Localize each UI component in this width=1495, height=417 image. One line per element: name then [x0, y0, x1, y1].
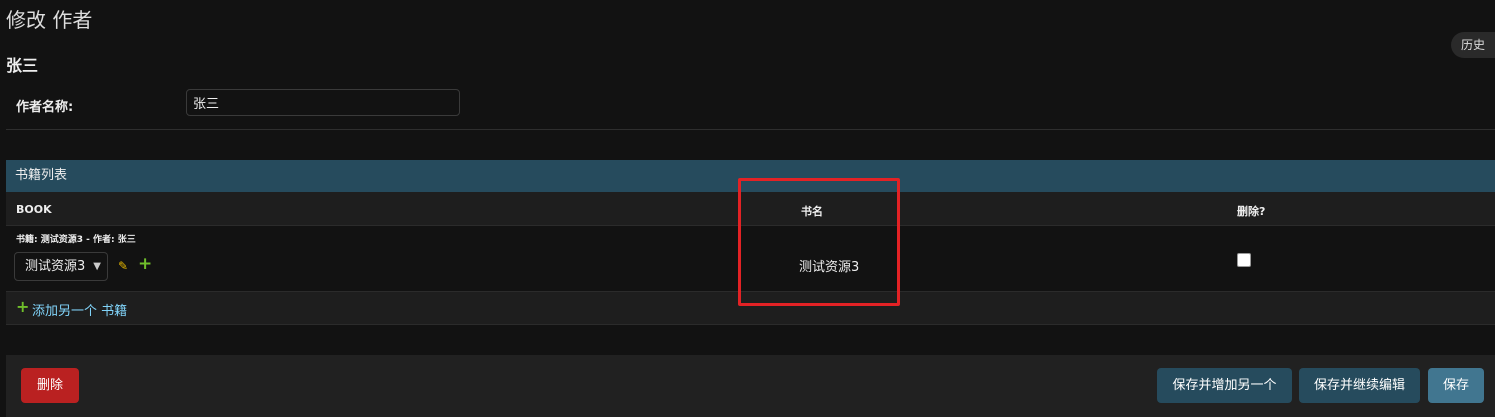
history-button[interactable]: 历史 — [1451, 32, 1495, 58]
pencil-icon[interactable]: ✎ — [118, 260, 128, 272]
page-title: 修改 作者 — [6, 8, 93, 32]
delete-button[interactable]: 删除 — [21, 368, 79, 403]
form-divider — [6, 129, 1495, 130]
delete-checkbox[interactable] — [1237, 253, 1251, 267]
object-name-heading: 张三 — [6, 56, 39, 75]
author-name-label: 作者名称: — [16, 100, 74, 115]
column-header-delete: 删除? — [1237, 205, 1266, 218]
book-select[interactable]: 测试资源3 ▼ — [14, 252, 108, 281]
chevron-down-icon: ▼ — [93, 261, 101, 272]
highlight-box — [738, 178, 900, 306]
submit-row: 删除 保存并增加另一个 保存并继续编辑 保存 — [6, 355, 1495, 417]
change-author-page: 修改 作者 历史 张三 作者名称: 书籍列表 BOOK 书名 删除? 书籍: 测… — [0, 0, 1495, 417]
author-name-input[interactable] — [186, 89, 460, 116]
save-and-add-another-button[interactable]: 保存并增加另一个 — [1157, 368, 1292, 403]
row-original-label: 书籍: 测试资源3 - 作者: 张三 — [16, 235, 136, 245]
column-header-book: BOOK — [16, 203, 52, 216]
save-button[interactable]: 保存 — [1428, 368, 1484, 403]
plus-icon: + — [16, 297, 30, 316]
add-another-book-link[interactable]: 添加另一个 书籍 — [32, 300, 127, 319]
book-select-value: 测试资源3 — [25, 259, 86, 274]
plus-icon[interactable]: + — [138, 256, 152, 273]
save-and-continue-button[interactable]: 保存并继续编辑 — [1299, 368, 1420, 403]
